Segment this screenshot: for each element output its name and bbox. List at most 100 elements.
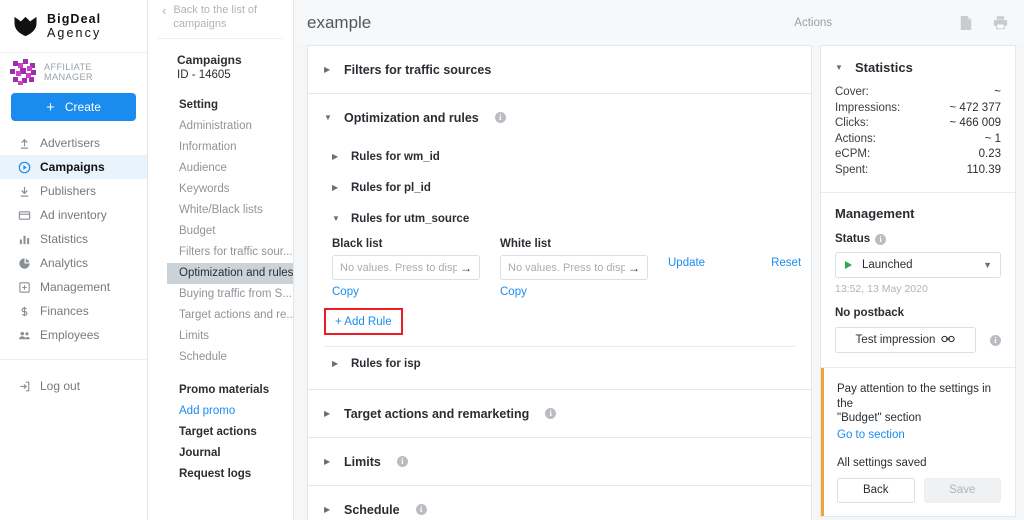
accordion-statistics[interactable]: ▼ Statistics	[821, 46, 1015, 85]
create-button[interactable]: + Create	[11, 93, 136, 121]
white-list-copy-link[interactable]: Copy	[500, 286, 527, 298]
chevron-down-icon: ▼	[332, 213, 340, 223]
subnav-item-administration[interactable]: Administration	[148, 116, 293, 137]
rule-label: Rules for utm_source	[351, 212, 470, 225]
stat-value: ~ 1	[984, 132, 1001, 145]
stat-row-ecpm: eCPM: 0.23	[835, 147, 1001, 163]
black-list-input[interactable]	[340, 261, 457, 274]
arrow-right-icon[interactable]: →	[460, 261, 472, 275]
document-icon[interactable]	[956, 13, 976, 33]
info-icon[interactable]: i	[545, 408, 557, 419]
add-rule-button[interactable]: + Add Rule	[324, 308, 403, 335]
accordion-rules-for-pl-id[interactable]: ▶ Rules for pl_id	[308, 172, 811, 203]
accordion-filters-for-traffic-sources[interactable]: ▶ Filters for traffic sources	[308, 46, 811, 93]
sidebar-item-ad-inventory[interactable]: Ad inventory	[0, 203, 147, 227]
stat-row-actions: Actions: ~ 1	[835, 132, 1001, 148]
sidebar-item-label: Campaigns	[40, 160, 105, 174]
accordion-rules-for-isp[interactable]: ▶ Rules for isp	[308, 347, 811, 381]
black-list-copy-link[interactable]: Copy	[332, 286, 359, 298]
add-rule-label: + Add Rule	[335, 316, 392, 328]
panel-target-actions-and-remarketing: ▶ Target actions and remarketing i	[307, 390, 812, 438]
add-rule-wrapper: + Add Rule	[308, 298, 811, 335]
actions-menu[interactable]: Actions	[794, 17, 832, 29]
brand-logo[interactable]: BigDeal Agency	[0, 0, 147, 53]
accordion-optimization-and-rules[interactable]: ▼ Optimization and rules i	[308, 94, 811, 141]
subnav-item-request-logs[interactable]: Request logs	[148, 464, 293, 485]
accordion-schedule[interactable]: ▶ Schedule i	[308, 486, 811, 520]
go-to-section-link[interactable]: Go to section	[837, 429, 905, 441]
all-settings-saved-label: All settings saved	[837, 456, 927, 469]
white-list-input-wrapper[interactable]: →	[500, 255, 648, 280]
nav-divider	[0, 359, 147, 360]
subnav-item-promo-materials[interactable]: Promo materials	[148, 380, 293, 401]
back-to-campaigns-link[interactable]: ‹ Back to the list of campaigns	[148, 0, 293, 38]
accordion-label: Optimization and rules	[344, 110, 479, 125]
sidebar-item-analytics[interactable]: Analytics	[0, 251, 147, 275]
white-list-label: White list	[500, 238, 552, 250]
black-list-input-wrapper[interactable]: →	[332, 255, 480, 280]
back-button[interactable]: Back	[837, 477, 915, 503]
accordion-label: Schedule	[344, 502, 400, 517]
sidebar-item-label: Analytics	[40, 256, 89, 270]
accordion-rules-for-utm-source[interactable]: ▼ Rules for utm_source	[308, 203, 811, 234]
sidebar-item-label: Publishers	[40, 184, 97, 198]
sidebar-item-employees[interactable]: Employees	[0, 323, 147, 347]
utm-source-lists: Black list → Copy White list	[308, 234, 811, 298]
account-row[interactable]: AFFILIATE MANAGER	[0, 53, 147, 91]
accordion-limits[interactable]: ▶ Limits i	[308, 438, 811, 485]
chevron-left-icon: ‹	[162, 3, 167, 18]
info-icon[interactable]: i	[875, 233, 887, 245]
printer-icon[interactable]	[990, 13, 1010, 33]
subnav-item-target-actions[interactable]: Target actions	[148, 422, 293, 443]
accordion-label: Filters for traffic sources	[344, 62, 492, 77]
create-button-label: Create	[64, 100, 101, 114]
subnav-item-schedule[interactable]: Schedule	[148, 347, 293, 368]
notice-text-line2: "Budget" section	[837, 412, 922, 424]
sidebar-item-statistics[interactable]: Statistics	[0, 227, 147, 251]
accordion-target-actions-and-remarketing[interactable]: ▶ Target actions and remarketing i	[308, 390, 811, 437]
sidebar-item-finances[interactable]: Finances	[0, 299, 147, 323]
accordion-rules-for-wm-id[interactable]: ▶ Rules for wm_id	[308, 141, 811, 172]
info-icon[interactable]: i	[396, 456, 408, 467]
rule-label: Rules for isp	[351, 358, 421, 370]
subnav-item-journal[interactable]: Journal	[148, 443, 293, 464]
sidebar-item-label: Advertisers	[40, 136, 101, 150]
info-icon[interactable]: i	[494, 112, 506, 123]
subnav-item-white-black-lists[interactable]: White/Black lists	[148, 200, 293, 221]
test-impression-button[interactable]: Test impression	[835, 327, 976, 353]
update-link[interactable]: Update	[668, 257, 705, 269]
sidebar-item-publishers[interactable]: Publishers	[0, 179, 147, 203]
subnav-item-optimization-and-rules[interactable]: Optimization and rules	[167, 262, 293, 284]
arrow-right-icon[interactable]: →	[628, 261, 640, 275]
window-card-icon	[17, 208, 31, 222]
subnav-item-limits[interactable]: Limits	[148, 326, 293, 347]
rule-actions: Update Reset	[668, 238, 801, 269]
stat-key: Impressions:	[835, 101, 901, 114]
sidebar-item-label: Ad inventory	[40, 208, 107, 222]
subnav-item-budget[interactable]: Budget	[148, 221, 293, 242]
management-section: Management Status i Launched ▼ 13:52, 13…	[821, 193, 1015, 367]
info-icon[interactable]: i	[415, 504, 427, 515]
subnav-item-target-actions-remarketing[interactable]: Target actions and re...	[148, 305, 296, 326]
play-triangle-icon	[845, 261, 852, 269]
subnav-item-buying-traffic[interactable]: Buying traffic from S...	[148, 284, 293, 305]
subnav-item-audience[interactable]: Audience	[148, 158, 293, 179]
subnav-settings-group: Setting Administration Information Audie…	[148, 95, 296, 368]
sidebar-item-logout[interactable]: Log out	[0, 374, 147, 398]
black-list-label: Black list	[332, 238, 383, 250]
white-list-input[interactable]	[508, 261, 625, 274]
sidebar-item-label: Employees	[40, 328, 100, 342]
status-select[interactable]: Launched ▼	[835, 252, 1001, 278]
info-icon[interactable]: i	[990, 334, 1001, 346]
test-impression-row: Test impression i	[835, 327, 1001, 353]
reset-link[interactable]: Reset	[771, 257, 801, 269]
subnav-item-keywords[interactable]: Keywords	[148, 179, 293, 200]
subnav-item-information[interactable]: Information	[148, 137, 293, 158]
panel-filters-for-traffic-sources: ▶ Filters for traffic sources	[307, 45, 812, 94]
subnav-item-add-promo[interactable]: Add promo	[148, 401, 293, 422]
sidebar-item-campaigns[interactable]: Campaigns	[0, 155, 147, 179]
rule-label: Rules for wm_id	[351, 150, 440, 163]
subnav-item-filters-traffic-sources[interactable]: Filters for traffic sour...	[148, 242, 293, 263]
sidebar-item-advertisers[interactable]: Advertisers	[0, 131, 147, 155]
sidebar-item-management[interactable]: Management	[0, 275, 147, 299]
